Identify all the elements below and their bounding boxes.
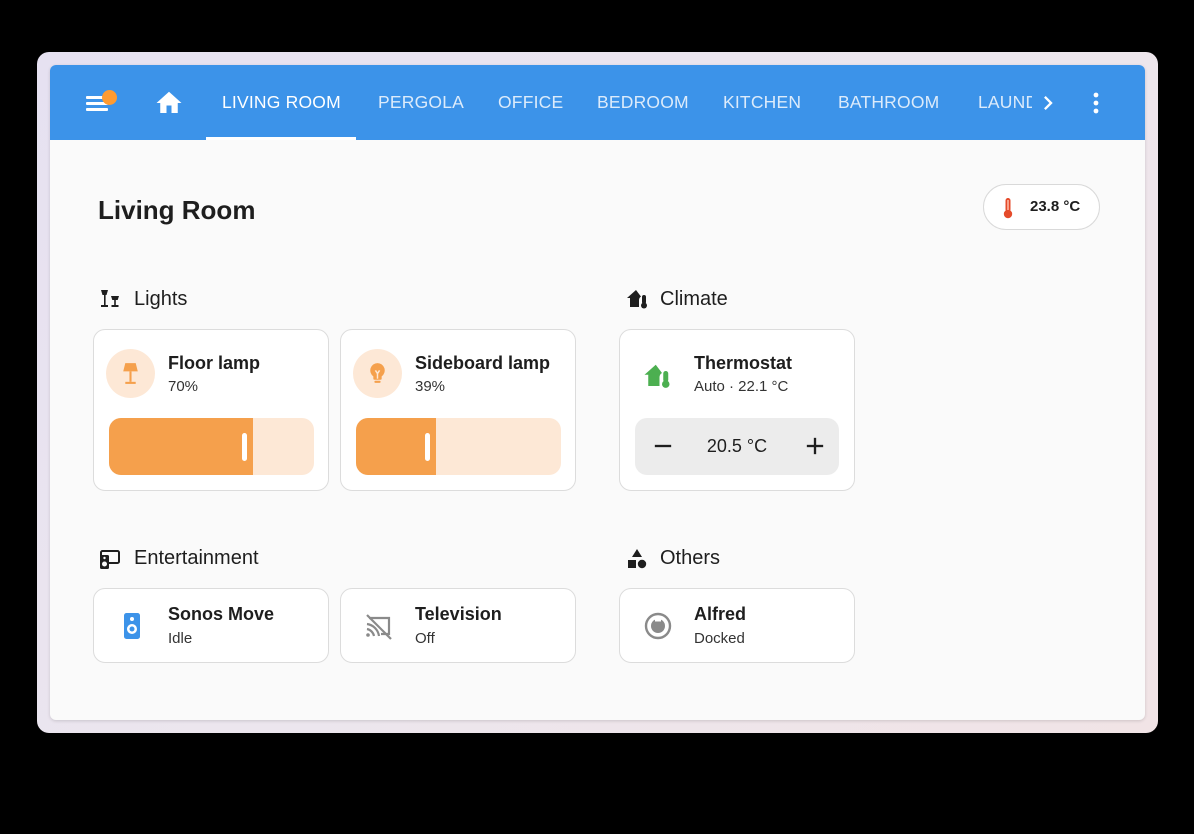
floor-lamp-icon [123,363,138,384]
brightness-slider-handle[interactable] [242,433,247,461]
floor-lamp-icon-circle[interactable] [106,349,155,398]
tab-pergola[interactable]: PERGOLA [378,65,464,140]
speaker-tv-icon [100,550,120,569]
thermostat-name: Thermostat [694,353,793,373]
thermostat-state: Auto · 22.1 °C [694,378,789,395]
brightness-slider[interactable] [356,418,561,475]
plus-icon [806,437,824,455]
home-button[interactable] [151,87,187,119]
page-title: Living Room [98,195,256,225]
more-options-button[interactable] [1084,89,1108,117]
light-name: Sideboard lamp [415,353,551,373]
brightness-slider-handle[interactable] [425,433,430,461]
vacuum-state: Docked [694,630,745,647]
lamps-icon [101,290,119,307]
alfred-card[interactable]: Alfred Docked [619,588,855,663]
notification-dot [102,90,117,105]
floor-lamp-card[interactable]: Floor lamp 70% [93,329,329,491]
cast-off-icon [366,614,392,640]
shapes-icon [628,549,647,569]
sideboard-lamp-icon-circle[interactable] [353,349,402,398]
tab-laundry[interactable]: LAUNDRY [978,65,1032,140]
tab-bedroom[interactable]: BEDROOM [597,65,689,140]
sideboard-lamp-card[interactable]: Sideboard lamp 39% [340,329,576,491]
climate-section-title: Climate [660,288,728,310]
media-state: Off [415,630,435,647]
tab-office[interactable]: OFFICE [498,65,563,140]
thermometer-icon [1003,198,1013,219]
tab-kitchen[interactable]: KITCHEN [723,65,801,140]
media-state: Idle [168,630,193,647]
dashboard-window: LIVING ROOM PERGOLA OFFICE BEDROOM KITCH… [50,65,1145,720]
menu-button[interactable] [80,87,117,119]
brightness-slider-fill [356,418,436,475]
media-name: Television [415,604,502,624]
vacuum-name: Alfred [694,604,747,624]
target-temperature-control: 20.5 °C [635,418,839,475]
television-card[interactable]: Television Off [340,588,576,663]
light-state: 39% [415,378,446,395]
tab-bathroom[interactable]: BATHROOM [838,65,939,140]
top-app-bar: LIVING ROOM PERGOLA OFFICE BEDROOM KITCH… [50,65,1145,140]
speaker-icon [124,613,140,639]
thermostat-card[interactable]: Thermostat Auto · 22.1 °C 20.5 °C [619,329,855,491]
robot-vacuum-icon [644,612,672,640]
brightness-slider-fill [109,418,253,475]
home-thermometer-icon [627,290,647,309]
entertainment-section-title: Entertainment [134,547,259,569]
temperature-badge[interactable]: 23.8 °C [983,184,1100,230]
light-name: Floor lamp [168,353,261,373]
increase-temperature-button[interactable] [801,432,829,460]
lightbulb-icon [370,363,385,383]
sonos-move-card[interactable]: Sonos Move Idle [93,588,329,663]
active-tab-indicator [206,137,356,140]
brightness-slider[interactable] [109,418,314,475]
scroll-tabs-button[interactable] [1034,89,1062,117]
chevron-right-icon [1044,96,1053,110]
home-icon [156,91,182,113]
others-section-title: Others [660,547,721,569]
more-vertical-icon [1093,92,1099,114]
lights-section-title: Lights [134,288,188,310]
media-name: Sonos Move [168,604,275,624]
home-thermometer-icon [644,364,670,388]
temperature-value: 23.8 °C [1030,198,1081,215]
light-state: 70% [168,378,199,395]
tab-living-room[interactable]: LIVING ROOM [222,65,341,140]
tab-overflow-clip: LAUNDRY [970,65,1032,140]
